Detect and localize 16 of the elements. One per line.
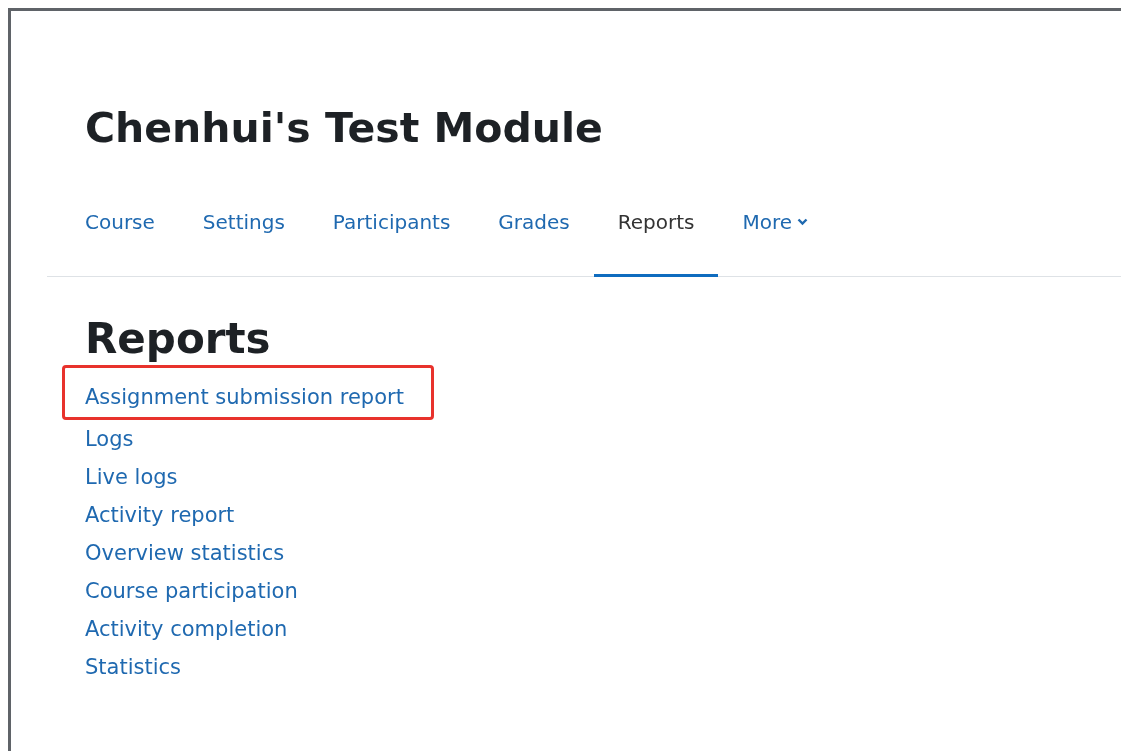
report-link[interactable]: Overview statistics xyxy=(85,541,285,565)
report-link[interactable]: Statistics xyxy=(85,655,181,679)
report-link[interactable]: Activity report xyxy=(85,503,235,527)
report-link[interactable]: Live logs xyxy=(85,465,178,489)
report-link[interactable]: Assignment submission report xyxy=(85,385,404,409)
report-link[interactable]: Course participation xyxy=(85,579,298,603)
report-link[interactable]: Activity completion xyxy=(85,617,288,641)
course-title: Chenhui's Test Module xyxy=(85,103,603,154)
page-heading: Reports xyxy=(85,313,271,365)
nav-tab[interactable]: Course xyxy=(61,197,179,277)
nav-tab[interactable]: Settings xyxy=(178,197,309,277)
nav-tab[interactable]: Participants xyxy=(308,197,475,277)
nav-tab[interactable]: Reports xyxy=(593,197,719,277)
nav-tab[interactable]: More xyxy=(718,197,833,277)
report-link[interactable]: Logs xyxy=(85,427,134,451)
nav-tab[interactable]: Grades xyxy=(474,197,594,277)
